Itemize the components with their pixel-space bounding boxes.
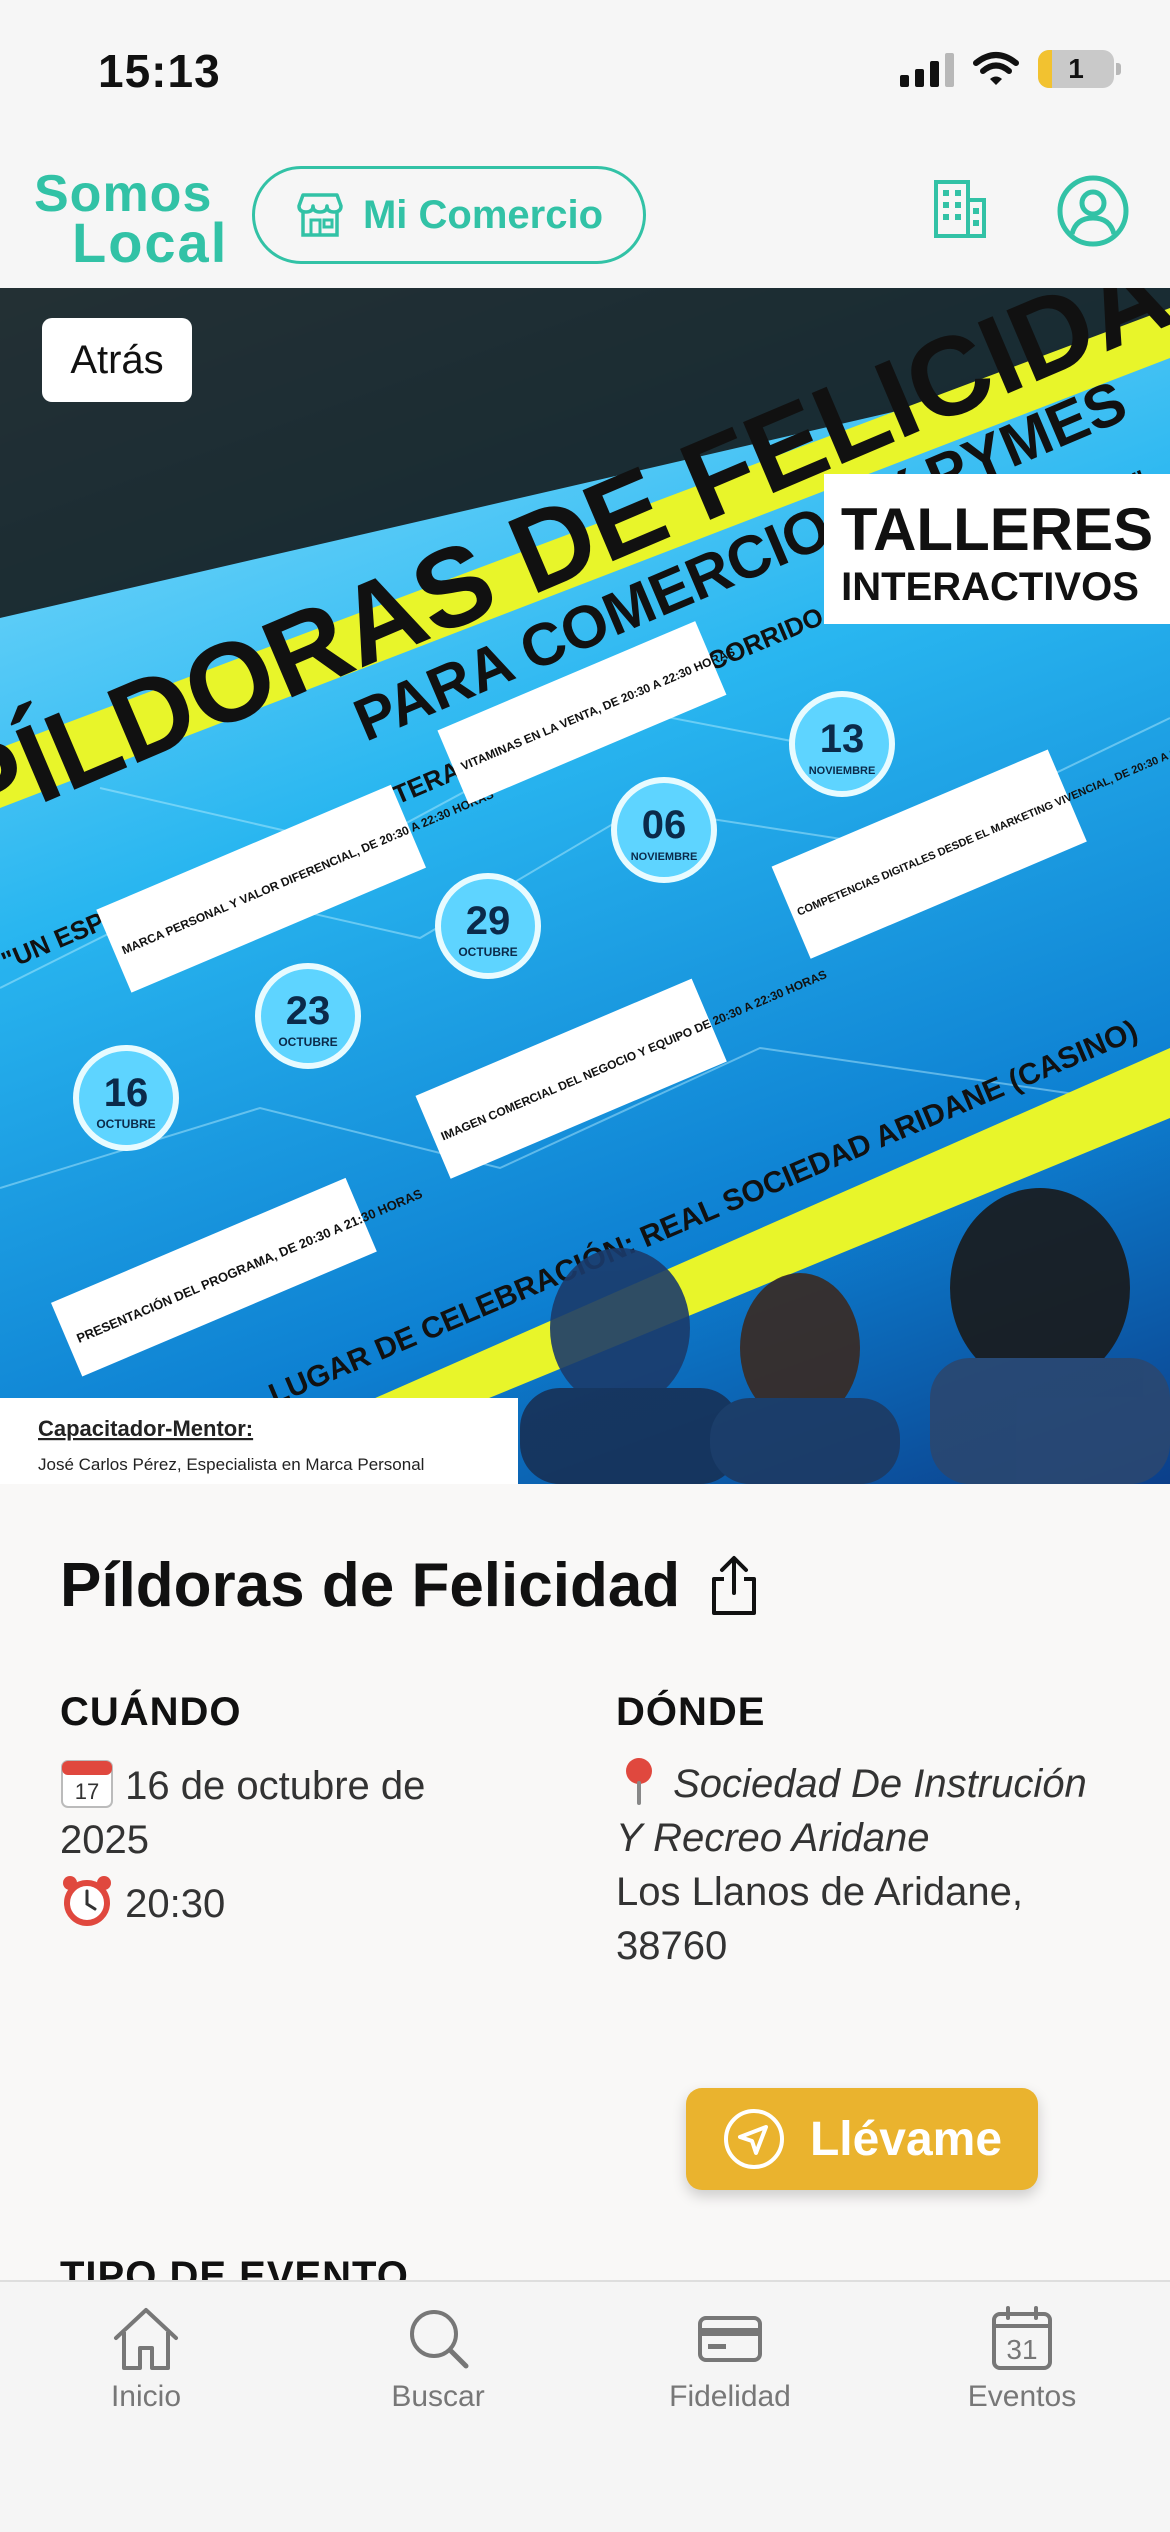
status-time: 15:13	[98, 45, 221, 97]
building-icon[interactable]	[932, 178, 988, 240]
profile-icon[interactable]	[1056, 174, 1130, 248]
when-heading: CUÁNDO	[60, 1690, 242, 1734]
logo-line2: Local	[72, 211, 229, 274]
session-day: 13	[820, 717, 865, 761]
cellular-signal-icon	[900, 51, 954, 87]
poster-mentor-label: Capacitador-Mentor:	[38, 1416, 253, 1441]
bottom-tab-bar: Inicio Buscar Fidelidad 31 Eventos	[0, 2280, 1170, 2532]
session-text: IMAGEN COMERCIAL DEL NEGOCIO Y EQUIPO DE…	[439, 967, 829, 1143]
session-13: 13 NOVIEMBRE COMPETENCIAS DIGITALES DESD…	[771, 691, 1170, 959]
session-day: 29	[466, 899, 511, 943]
wifi-icon	[973, 52, 1019, 85]
poster-badge-line2: INTERACTIVOS	[841, 565, 1139, 609]
search-icon	[410, 2310, 469, 2369]
when-section: CUÁNDO 17 16 de octubre de 2025 20:30	[60, 1690, 520, 1931]
storefront-icon	[297, 193, 343, 237]
poster-badge-line1: TALLERES	[841, 496, 1153, 563]
somos-local-logo[interactable]: Somos Local	[34, 158, 234, 274]
back-button[interactable]: Atrás	[42, 318, 192, 402]
pushpin-icon	[626, 1758, 652, 1805]
where-section: DÓNDE Sociedad De Instrución Y Recreo Ar…	[616, 1690, 1116, 1973]
when-time: 20:30	[125, 1882, 226, 1926]
status-bar: 15:13 1	[0, 0, 1170, 150]
poster-graphic: PÍLDORAS DE FELICIDAD PARA COMERCIOS Y P…	[0, 288, 1170, 1484]
event-details: Píldoras de Felicidad CUÁNDO 17 16 de oc…	[0, 1484, 1170, 2280]
mi-comercio-label: Mi Comercio	[362, 192, 604, 237]
share-icon[interactable]	[708, 1555, 760, 1617]
session-text: PRESENTACIÓN DEL PROGRAMA, DE 20:30 A 21…	[74, 1186, 425, 1346]
mi-comercio-button[interactable]: Mi Comercio	[252, 166, 646, 264]
session-day: 06	[642, 803, 687, 847]
home-icon	[114, 2308, 178, 2370]
tab-fidelidad[interactable]: Fidelidad	[630, 2304, 830, 2414]
event-title: Píldoras de Felicidad	[60, 1551, 681, 1620]
where-address: Los Llanos de Aridane, 38760	[616, 1870, 1023, 1968]
card-icon	[698, 2316, 762, 2362]
session-month: OCTUBRE	[278, 1035, 337, 1049]
calendar-emoji-icon: 17	[61, 1760, 113, 1808]
session-month: OCTUBRE	[458, 945, 517, 959]
navigation-arrow-icon	[723, 2109, 784, 2169]
tab-label: Fidelidad	[669, 2380, 791, 2413]
session-day: 16	[104, 1071, 149, 1115]
tab-eventos[interactable]: 31 Eventos	[922, 2304, 1122, 2414]
tipo-evento-heading: TIPO DE EVENTO	[60, 2254, 409, 2280]
event-poster: PÍLDORAS DE FELICIDAD PARA COMERCIOS Y P…	[0, 288, 1170, 1484]
when-time-row: 20:30	[60, 1873, 520, 1931]
tab-label: Eventos	[967, 2380, 1077, 2413]
app-header: Somos Local Mi Comercio	[0, 150, 1170, 288]
poster-mentor-name: José Carlos Pérez, Especialista en Marca…	[38, 1455, 424, 1474]
tab-inicio[interactable]: Inicio	[46, 2304, 246, 2414]
llevame-label: Llévame	[809, 2112, 1003, 2166]
alarm-clock-icon	[63, 1876, 111, 1926]
session-day: 23	[286, 989, 331, 1033]
calendar-icon-text: 31	[1006, 2334, 1037, 2365]
session-month: OCTUBRE	[96, 1117, 155, 1131]
battery-icon: 1	[1038, 50, 1121, 88]
svg-text:17: 17	[75, 1779, 99, 1804]
session-16: 16 OCTUBRE PRESENTACIÓN DEL PROGRAMA, DE…	[50, 1045, 425, 1377]
title-row: Píldoras de Felicidad	[60, 1550, 760, 1621]
tab-label: Inicio	[110, 2380, 182, 2413]
calendar-icon: 31	[992, 2306, 1052, 2370]
where-venue: Sociedad De Instrución Y Recreo Aridane	[616, 1762, 1087, 1860]
tab-label: Buscar	[391, 2380, 485, 2413]
session-29: 29 OCTUBRE IMAGEN COMERCIAL DEL NEGOCIO …	[415, 873, 829, 1179]
where-heading: DÓNDE	[616, 1690, 766, 1734]
tab-buscar[interactable]: Buscar	[338, 2304, 538, 2414]
status-icons: 1	[900, 50, 1121, 88]
when-date-row: 17 16 de octubre de 2025	[60, 1755, 520, 1867]
session-month: NOVIEMBRE	[631, 851, 698, 863]
when-date: 16 de octubre de 2025	[60, 1764, 426, 1862]
session-month: NOVIEMBRE	[809, 765, 876, 777]
battery-level: 1	[1068, 53, 1084, 84]
llevame-button[interactable]: Llévame	[686, 2088, 1038, 2190]
where-venue-row: Sociedad De Instrución Y Recreo Aridane	[616, 1755, 1116, 1865]
